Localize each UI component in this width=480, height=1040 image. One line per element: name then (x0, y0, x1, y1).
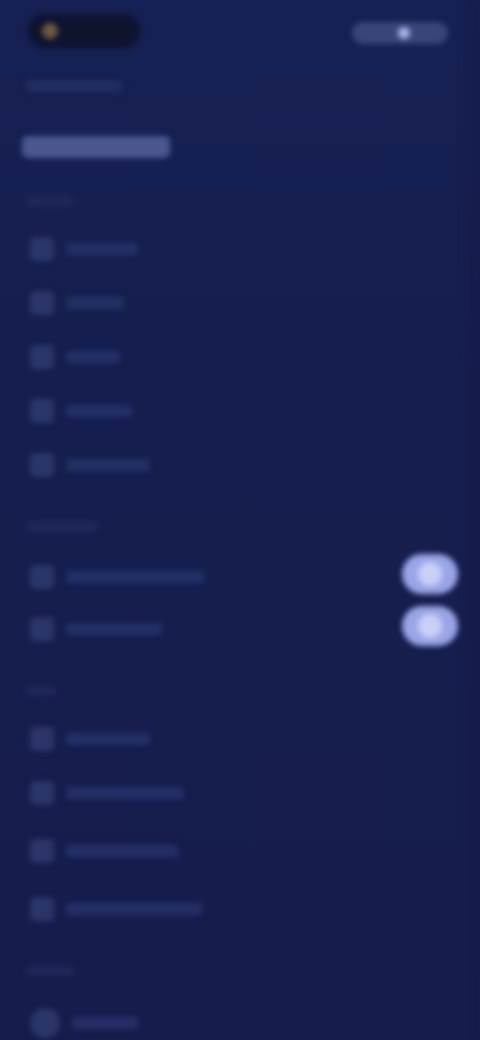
nav-item[interactable] (30, 236, 138, 262)
nav-item-label (66, 459, 150, 471)
nav-item-label (66, 787, 184, 799)
top-bar (0, 0, 480, 70)
feature-toggle[interactable] (402, 606, 458, 646)
toggle-knob (418, 614, 442, 638)
nav-item-label (66, 405, 132, 417)
toggle-knob (418, 562, 442, 586)
page-icon (30, 399, 54, 423)
nav-item-label (66, 243, 138, 255)
section-label (26, 966, 74, 976)
page-icon (30, 727, 54, 751)
section-label (26, 686, 56, 696)
nav-item-label (66, 351, 120, 363)
app-logo[interactable] (28, 14, 140, 48)
page-icon (30, 291, 54, 315)
nav-item[interactable] (30, 398, 132, 424)
scroll-edge (462, 0, 480, 1040)
nav-item[interactable] (30, 290, 124, 316)
section-label (26, 80, 122, 92)
page-icon (30, 897, 54, 921)
nav-item[interactable] (30, 838, 178, 864)
page-icon (30, 617, 54, 641)
blurred-content (0, 0, 480, 1040)
nav-item[interactable] (30, 452, 150, 478)
page-icon (30, 237, 54, 261)
section-label (26, 196, 74, 206)
feature-toggle[interactable] (402, 554, 458, 594)
section-label (26, 522, 98, 532)
avatar-icon (398, 27, 410, 39)
nav-item[interactable] (30, 896, 202, 922)
page-icon (30, 839, 54, 863)
logo-icon (42, 23, 58, 39)
nav-item-label (66, 903, 202, 915)
nav-item[interactable] (30, 344, 120, 370)
nav-item-label (66, 297, 124, 309)
nav-item-label (66, 845, 178, 857)
page-icon (30, 345, 54, 369)
page-icon (30, 565, 54, 589)
app-screen (0, 0, 480, 1040)
nav-item-label (72, 1017, 138, 1029)
nav-item[interactable] (30, 1008, 138, 1038)
header-action-button[interactable] (352, 22, 448, 44)
nav-item-label (66, 571, 204, 583)
page-icon (30, 781, 54, 805)
page-icon (30, 453, 54, 477)
nav-item[interactable] (30, 564, 204, 590)
page-icon (30, 1008, 60, 1038)
nav-item-label (66, 733, 150, 745)
nav-item-label (66, 623, 162, 635)
workspace-selector[interactable] (22, 136, 170, 158)
nav-item[interactable] (30, 726, 150, 752)
nav-item[interactable] (30, 780, 184, 806)
nav-item[interactable] (30, 616, 162, 642)
